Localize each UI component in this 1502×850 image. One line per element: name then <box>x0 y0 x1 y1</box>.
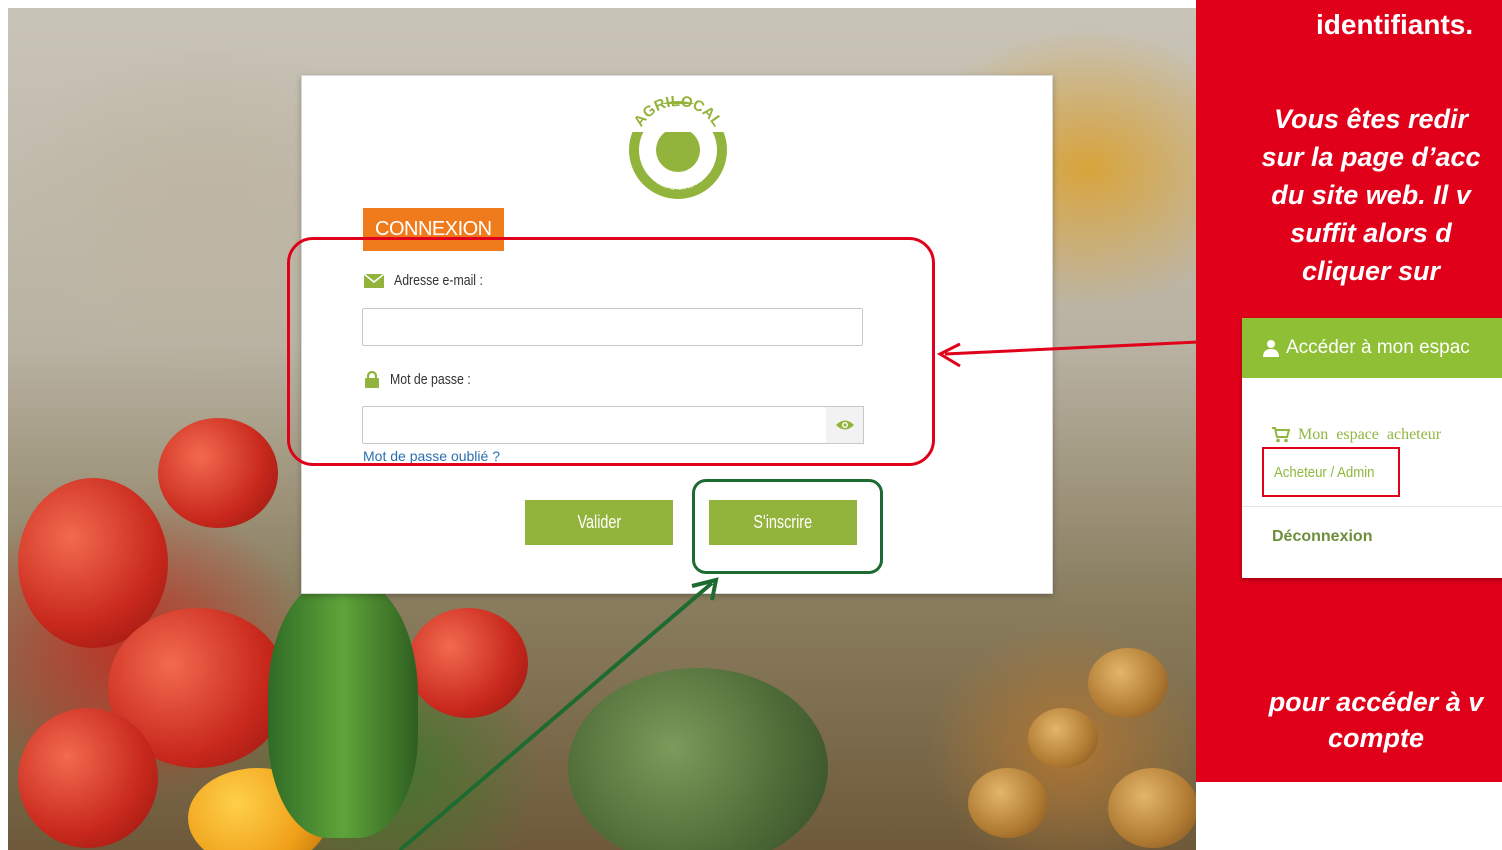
buyer-admin-label: Acheteur / Admin <box>1274 463 1375 481</box>
tomato-shape <box>408 608 528 718</box>
forgot-password-link[interactable]: Mot de passe oublié ? <box>363 448 500 464</box>
email-label: Adresse e-mail : <box>394 272 483 289</box>
panel-line: Vous êtes redir <box>1273 104 1469 134</box>
account-menu-screenshot: Accéder à mon espac Mon espace acheteur … <box>1242 318 1502 578</box>
envelope-icon <box>364 273 384 288</box>
show-password-button[interactable] <box>826 406 864 444</box>
instruction-panel: identifiants. Vous êtes redir sur la pag… <box>1196 0 1502 782</box>
panel-line: sur la page d’acc <box>1261 142 1481 172</box>
email-label-row: Adresse e-mail : <box>364 272 502 289</box>
menu-item-buyer-space[interactable]: Mon espace acheteur <box>1272 426 1441 444</box>
menu-item-buyer-admin[interactable]: Acheteur / Admin <box>1262 447 1401 497</box>
agrilocal-logo: AGRILOCAL RÉSEAU NATIONAL <box>628 93 728 199</box>
pepper-shape <box>268 578 418 838</box>
panel-line: suffit alors d <box>1290 218 1452 248</box>
potato-shape <box>1028 708 1098 768</box>
menu-divider <box>1242 506 1502 507</box>
panel-line: du site web. Il v <box>1271 180 1471 210</box>
buyer-space-word: acheteur <box>1386 426 1442 443</box>
panel-heading: identifiants. <box>1316 9 1474 40</box>
panel-bottom-text: pour accéder à v compte <box>1206 684 1502 756</box>
login-card: AGRILOCAL RÉSEAU NATIONAL CONNEXION Adre… <box>301 75 1053 594</box>
user-icon <box>1263 340 1279 357</box>
account-menu-title: Accéder à mon espac <box>1286 337 1470 358</box>
password-input[interactable] <box>362 406 827 444</box>
buyer-space-word: Mon <box>1298 426 1329 443</box>
panel-line: cliquer sur <box>1301 256 1441 286</box>
submit-label: Valider <box>577 512 621 532</box>
signup-label: S'inscrire <box>753 512 813 532</box>
password-label-row: Mot de passe : <box>364 371 488 388</box>
signup-button[interactable]: S'inscrire <box>709 500 857 545</box>
tomato-shape <box>158 418 278 528</box>
potato-shape <box>1088 648 1168 718</box>
panel-paragraph: Vous êtes redir sur la page d’acc du sit… <box>1206 100 1502 290</box>
buyer-space-word: espace <box>1336 426 1379 443</box>
tomato-shape <box>18 708 158 848</box>
email-input[interactable] <box>362 308 863 346</box>
tab-connexion[interactable]: CONNEXION <box>363 208 504 251</box>
submit-button[interactable]: Valider <box>525 500 673 545</box>
panel-bottom-line: compte <box>1327 723 1425 753</box>
potato-shape <box>968 768 1048 838</box>
menu-item-logout[interactable]: Déconnexion <box>1272 528 1372 546</box>
password-label: Mot de passe : <box>390 371 471 388</box>
account-menu-header[interactable]: Accéder à mon espac <box>1242 318 1502 378</box>
broccoli-shape <box>568 668 828 850</box>
eye-icon <box>835 420 854 430</box>
cart-icon <box>1272 427 1290 443</box>
potato-shape <box>1108 768 1196 848</box>
panel-bottom-line: pour accéder à v <box>1268 687 1484 717</box>
lock-icon <box>365 371 379 388</box>
